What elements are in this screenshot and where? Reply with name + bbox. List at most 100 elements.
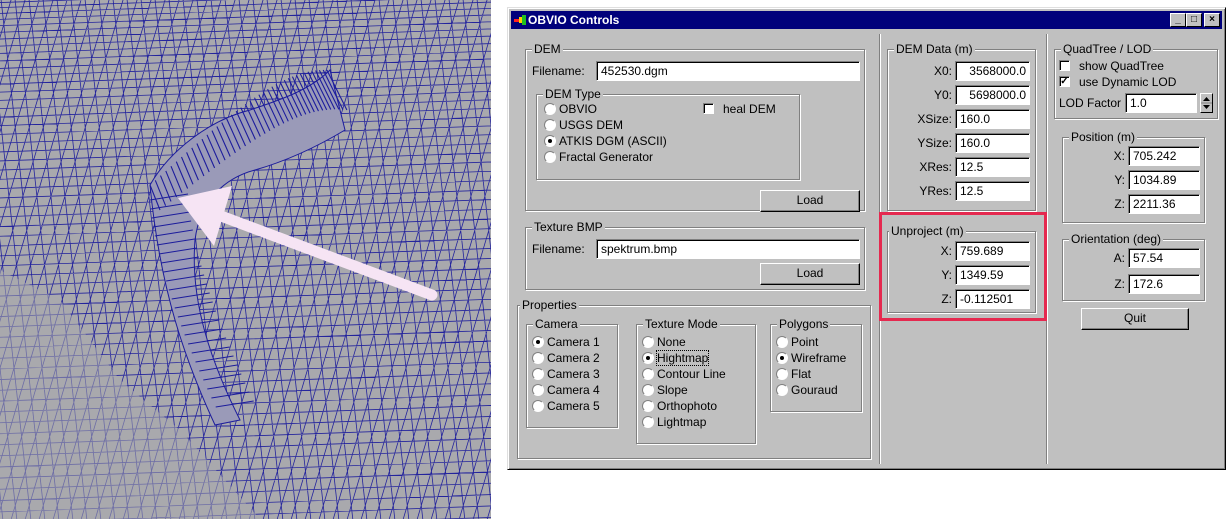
texture-group: Texture BMP Filename: spektrum.bmp Load	[525, 220, 865, 290]
texture-filename-input[interactable]: spektrum.bmp	[596, 239, 860, 259]
checkbox-icon	[703, 103, 714, 114]
texture-load-button[interactable]: Load	[760, 263, 860, 285]
camera-option-label: Camera 1	[547, 335, 600, 349]
texture-mode-option-label: None	[657, 335, 686, 349]
camera-option-label: Camera 4	[547, 383, 600, 397]
radio-icon	[642, 384, 654, 396]
dem-type-group-label: DEM Type	[543, 87, 603, 101]
polygons-flat-radio[interactable]: Flat	[775, 367, 811, 381]
camera-option-label: Camera 3	[547, 367, 600, 381]
dynamic-lod-checkbox[interactable]: ✓ use Dynamic LOD	[1059, 75, 1176, 89]
lod-factor-input[interactable]: 1.0	[1125, 93, 1197, 113]
heal-dem-label: heal DEM	[723, 102, 776, 116]
dem-data-ysize-label: YSize:	[917, 136, 952, 150]
radio-selected-icon	[532, 336, 544, 348]
orientation-a-input[interactable]: 57.54	[1128, 248, 1200, 268]
title-bar[interactable]: OBVIO Controls _ □ ×	[511, 11, 1222, 29]
radio-icon	[544, 119, 556, 131]
texture-mode-option-label: Orthophoto	[657, 399, 718, 413]
texture-mode-contour-radio[interactable]: Contour Line	[641, 367, 726, 381]
texture-group-label: Texture BMP	[532, 220, 605, 234]
dem-data-x0-input[interactable]: 3568000.0	[955, 61, 1030, 81]
minimize-button[interactable]: _	[1170, 13, 1186, 27]
texture-mode-slope-radio[interactable]: Slope	[641, 383, 688, 397]
unproject-x-input[interactable]: 759.689	[955, 241, 1030, 261]
position-y-label: Y:	[1114, 173, 1125, 187]
dem-type-usgs[interactable]: USGS DEM	[543, 118, 623, 132]
dem-data-xres-input[interactable]: 12.5	[955, 157, 1030, 177]
texture-mode-none-radio[interactable]: None	[641, 335, 686, 349]
wireframe-viewport[interactable]	[0, 0, 491, 519]
camera-4-radio[interactable]: Camera 4	[531, 383, 600, 397]
texture-mode-hightmap-radio[interactable]: Hightmap	[641, 350, 710, 366]
orientation-z-input[interactable]: 172.6	[1128, 274, 1200, 294]
dem-data-group-label: DEM Data (m)	[894, 42, 975, 56]
polygons-wireframe-radio[interactable]: Wireframe	[775, 351, 846, 365]
texture-mode-lightmap-radio[interactable]: Lightmap	[641, 415, 706, 429]
show-quadtree-checkbox[interactable]: show QuadTree	[1059, 59, 1164, 73]
polygons-option-label: Wireframe	[791, 351, 847, 365]
dem-type-atkis[interactable]: ATKIS DGM (ASCII)	[543, 134, 667, 148]
polygons-gouraud-radio[interactable]: Gouraud	[775, 383, 838, 397]
texture-mode-option-label: Lightmap	[657, 415, 707, 429]
orientation-z-label: Z:	[1114, 277, 1125, 291]
spinner-arrows-icon	[1201, 97, 1212, 109]
camera-group: Camera Camera 1 Camera 2 Camera 3 Camera…	[526, 317, 618, 428]
orientation-a-label: A:	[1113, 251, 1125, 265]
camera-3-radio[interactable]: Camera 3	[531, 367, 600, 381]
unproject-group: Unproject (m) X: 759.689 Y: 1349.59 Z: -…	[887, 224, 1036, 313]
radio-icon	[776, 384, 788, 396]
dem-data-y0-input[interactable]: 5698000.0	[955, 85, 1030, 105]
radio-icon	[642, 400, 654, 412]
camera-5-radio[interactable]: Camera 5	[531, 399, 600, 413]
dem-type-obvio[interactable]: OBVIO	[543, 102, 597, 116]
dem-group: DEM Filename: 452530.dgm DEM Type OBVIO …	[525, 42, 865, 212]
dem-type-label: OBVIO	[559, 102, 598, 116]
dem-data-yres-input[interactable]: 12.5	[955, 181, 1030, 201]
position-y-input[interactable]: 1034.89	[1128, 170, 1200, 190]
close-button[interactable]: ×	[1204, 13, 1220, 27]
lod-factor-spinner[interactable]	[1200, 93, 1213, 113]
quit-button[interactable]: Quit	[1081, 308, 1189, 330]
dem-type-label: USGS DEM	[559, 118, 624, 132]
quadtree-group-label: QuadTree / LOD	[1061, 42, 1154, 56]
dem-filename-label: Filename:	[532, 64, 585, 78]
dem-data-ysize-input[interactable]: 160.0	[955, 133, 1030, 153]
dem-load-button[interactable]: Load	[760, 190, 860, 212]
dem-type-fractal[interactable]: Fractal Generator	[543, 150, 653, 164]
radio-icon	[532, 352, 544, 364]
maximize-button[interactable]: □	[1186, 13, 1202, 27]
texture-mode-group: Texture Mode None Hightmap Contour Line …	[636, 317, 756, 444]
position-x-input[interactable]: 705.242	[1128, 146, 1200, 166]
dem-filename-input[interactable]: 452530.dgm	[596, 61, 860, 81]
orientation-group: Orientation (deg) A: 57.54 Z: 172.6	[1062, 232, 1205, 301]
texture-mode-option-label: Slope	[657, 383, 688, 397]
position-group: Position (m) X: 705.242 Y: 1034.89 Z: 22…	[1062, 130, 1205, 223]
position-z-input[interactable]: 2211.36	[1128, 194, 1200, 214]
position-x-label: X:	[1113, 149, 1125, 163]
texture-mode-option-label: Hightmap	[655, 350, 710, 366]
dem-data-group: DEM Data (m) X0: 3568000.0 Y0: 5698000.0…	[887, 42, 1036, 211]
camera-2-radio[interactable]: Camera 2	[531, 351, 600, 365]
window-title: OBVIO Controls	[528, 13, 620, 27]
position-z-label: Z:	[1114, 197, 1125, 211]
dem-data-xsize-input[interactable]: 160.0	[955, 109, 1030, 129]
polygons-group-label: Polygons	[777, 317, 831, 331]
app-icon	[514, 15, 526, 25]
texture-mode-orthophoto-radio[interactable]: Orthophoto	[641, 399, 717, 413]
unproject-y-input[interactable]: 1349.59	[955, 265, 1030, 285]
polygons-point-radio[interactable]: Point	[775, 335, 818, 349]
radio-icon	[544, 151, 556, 163]
camera-1-radio[interactable]: Camera 1	[531, 335, 600, 349]
dem-type-group: DEM Type OBVIO USGS DEM ATKIS DGM (ASCII…	[536, 87, 800, 180]
quadtree-group: QuadTree / LOD show QuadTree ✓ use Dynami…	[1054, 42, 1218, 119]
controls-window: OBVIO Controls _ □ × DEM Filename: 45253…	[507, 7, 1226, 470]
texture-mode-group-label: Texture Mode	[643, 317, 720, 331]
unproject-z-input[interactable]: -0.112501	[955, 289, 1030, 309]
radio-icon	[776, 336, 788, 348]
radio-selected-icon	[642, 352, 654, 364]
radio-icon	[532, 384, 544, 396]
dem-data-xsize-label: XSize:	[917, 112, 952, 126]
heal-dem-checkbox[interactable]: heal DEM	[703, 102, 776, 116]
dem-data-x0-label: X0:	[933, 64, 952, 78]
